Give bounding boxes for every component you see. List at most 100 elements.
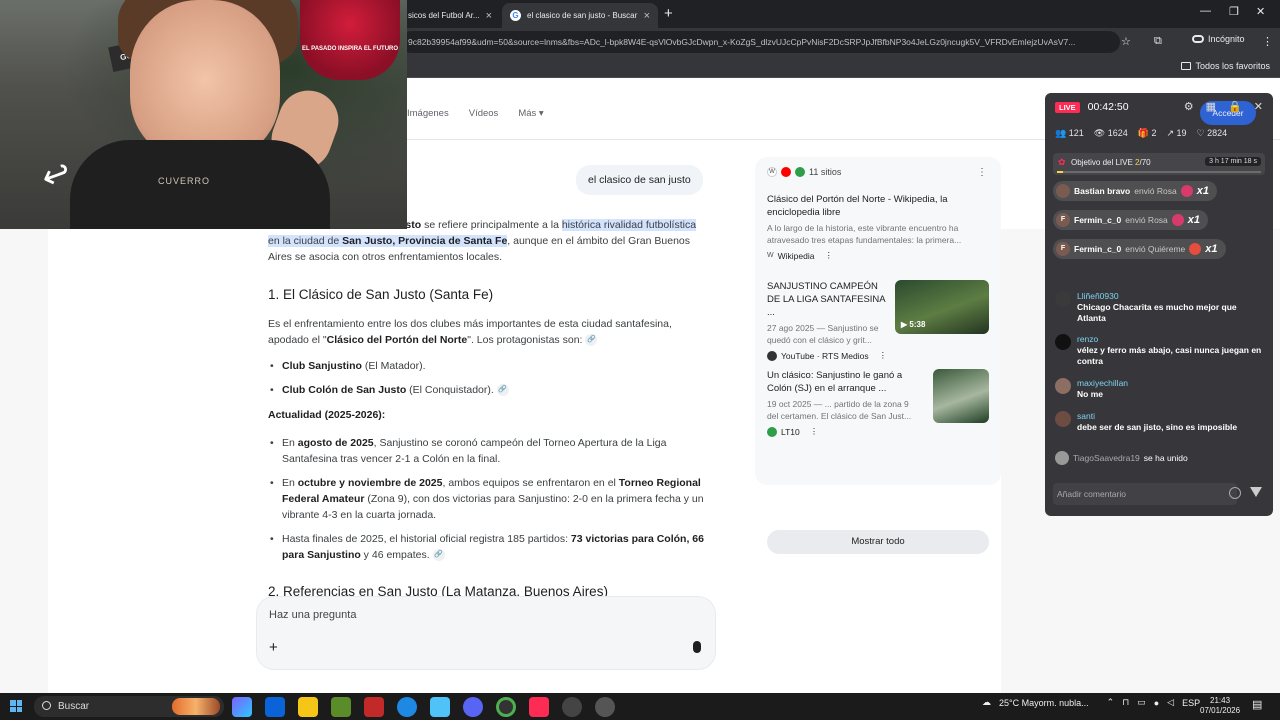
copilot-icon[interactable] xyxy=(232,697,252,717)
tab-videos[interactable]: Vídeos xyxy=(469,108,499,119)
close-tab-icon[interactable]: × xyxy=(486,10,492,22)
send-icon[interactable] xyxy=(1250,487,1262,497)
close-icon[interactable]: ✕ xyxy=(1254,100,1263,113)
minecraft-icon[interactable] xyxy=(331,697,351,717)
mail-icon[interactable] xyxy=(265,697,285,717)
edge-icon[interactable] xyxy=(397,697,417,717)
minimize-icon[interactable]: — xyxy=(1200,5,1211,17)
views-stat: 👁 1624 xyxy=(1093,128,1128,138)
live-goal[interactable]: ✿ Objetivo del LIVE 2/70 3 h 17 min 18 s xyxy=(1053,153,1265,175)
tab-images[interactable]: Imágenes xyxy=(407,108,449,119)
list-item: • Club Colón de San Justo (El Conquistado… xyxy=(270,384,509,397)
chat-message: maxiyechillan No me xyxy=(1055,378,1263,400)
source-title[interactable]: SANJUSTINO CAMPEÓN DE LA LIGA SANTAFESIN… xyxy=(767,280,889,319)
weather-icon[interactable]: ☁ xyxy=(982,697,991,708)
emoji-icon[interactable] xyxy=(1229,487,1241,499)
weather-text[interactable]: 25°C Mayorm. nubla... xyxy=(999,698,1089,708)
more-icon: ⋮ xyxy=(824,250,833,260)
restore-icon[interactable]: ❐ xyxy=(1229,5,1239,18)
section-heading-2: 2. Referencias en San Justo (La Matanza,… xyxy=(268,584,608,596)
youtube-icon xyxy=(781,167,791,177)
chevron-up-icon[interactable]: ⌃ xyxy=(1107,697,1115,708)
windows-start-icon[interactable] xyxy=(10,700,22,712)
app-icon[interactable] xyxy=(595,697,615,717)
source-title[interactable]: Clásico del Portón del Norte - Wikipedia… xyxy=(767,193,989,219)
goal-label: Objetivo del LIVE 2/70 xyxy=(1071,158,1151,167)
bookmark-star-icon[interactable]: ☆ xyxy=(1121,35,1131,48)
show-all-button[interactable]: Mostrar todo xyxy=(767,530,989,554)
source-card[interactable]: SANJUSTINO CAMPEÓN DE LA LIGA SANTAFESIN… xyxy=(767,280,989,361)
video-thumbnail[interactable]: ▶ 5:38 xyxy=(895,280,989,334)
link-chip-icon[interactable]: 🔗 xyxy=(585,334,598,347)
source-card[interactable]: Clásico del Portón del Norte - Wikipedia… xyxy=(767,193,989,261)
comment-input[interactable]: Añadir comentario xyxy=(1053,483,1237,505)
incognito-indicator[interactable]: Incógnito xyxy=(1192,34,1245,44)
tiktok-icon[interactable] xyxy=(529,697,549,717)
avatar xyxy=(1055,334,1071,350)
gift-notification: F Fermin_c_0 envió Quiéreme x1 xyxy=(1053,239,1226,259)
tab-more[interactable]: Más ▾ xyxy=(518,108,543,119)
source-card[interactable]: Un clásico: Sanjustino le ganó a Colón (… xyxy=(767,369,989,437)
add-icon[interactable]: + xyxy=(269,639,278,656)
article-thumbnail[interactable] xyxy=(933,369,989,423)
chat-user[interactable]: santi xyxy=(1077,411,1263,422)
sources-header[interactable]: W 11 sitios xyxy=(767,167,841,177)
link-chip-icon[interactable]: 🔗 xyxy=(432,549,445,562)
source-title[interactable]: Un clásico: Sanjustino le ganó a Colón (… xyxy=(767,369,917,395)
favorites-label: Todos los favoritos xyxy=(1195,61,1270,71)
chat-user[interactable]: maxiyechillan xyxy=(1077,378,1263,389)
left-margin xyxy=(0,229,48,693)
ask-box[interactable]: Haz una pregunta + xyxy=(256,596,716,670)
sources-panel: W 11 sitios ⋮ Clásico del Portón del Nor… xyxy=(755,157,1001,554)
language-indicator[interactable]: ESP xyxy=(1182,698,1200,708)
address-bar[interactable]: 9c82b39954af99&udm=50&source=lnms&fbs=AD… xyxy=(400,31,1120,53)
battery-icon[interactable]: ▭ xyxy=(1137,697,1146,708)
obs-icon[interactable] xyxy=(562,697,582,717)
file-explorer-icon[interactable] xyxy=(298,697,318,717)
wikipedia-icon: W xyxy=(767,167,777,177)
grid-icon[interactable]: ▦ xyxy=(1206,100,1216,113)
ask-input[interactable]: Haz una pregunta xyxy=(269,609,356,621)
close-tab-icon[interactable]: × xyxy=(644,10,650,22)
lt10-icon xyxy=(767,426,777,437)
taskbar: Buscar ☁ 25°C Mayorm. nubla... ⌃ ⊓ ▭ ● ◁… xyxy=(0,693,1280,720)
quiereme-gift-icon xyxy=(1189,243,1202,255)
tab-label: sicos del Futbol Ar... xyxy=(408,11,480,20)
tab-futbol[interactable]: sicos del Futbol Ar... × xyxy=(400,3,500,28)
settings-icon[interactable]: ⚙ xyxy=(1184,100,1194,113)
menu-icon[interactable]: ⋮ xyxy=(1262,35,1273,48)
all-favorites[interactable]: Todos los favoritos xyxy=(1181,61,1270,71)
live-panel: LIVE 00:42:50 Acceder ⚙ ▦ 🔒 ✕ 👥 121 👁 16… xyxy=(1045,93,1273,516)
chrome-icon[interactable] xyxy=(496,697,516,717)
network-icon[interactable]: ⊓ xyxy=(1122,697,1129,708)
chat-user[interactable]: renzo xyxy=(1077,334,1263,345)
taskbar-search[interactable]: Buscar xyxy=(34,696,224,717)
lock-icon[interactable]: 🔒 xyxy=(1228,100,1242,113)
close-window-icon[interactable]: ✕ xyxy=(1256,5,1265,18)
news-list: • En agosto de 2025, Sanjustino se coronó… xyxy=(268,435,708,563)
notifications-icon[interactable]: ▤ xyxy=(1252,698,1262,711)
clock-date: 07/01/2026 xyxy=(1200,706,1241,715)
microphone-tray-icon[interactable]: ● xyxy=(1154,698,1159,708)
microphone-icon[interactable] xyxy=(693,641,701,653)
extensions-icon[interactable]: ⧉ xyxy=(1154,35,1162,48)
game-icon[interactable] xyxy=(364,697,384,717)
volume-icon[interactable]: ◁ xyxy=(1167,697,1174,708)
notes-icon[interactable] xyxy=(430,697,450,717)
shares-stat: ↗ 19 xyxy=(1166,128,1187,138)
join-notice: TiagoSaavedra19 se ha unido xyxy=(1055,451,1188,465)
wikipedia-icon: W xyxy=(767,252,774,259)
more-icon: ⋮ xyxy=(809,426,819,436)
viewers-stat: 👥 121 xyxy=(1055,128,1084,138)
discord-icon[interactable] xyxy=(463,697,483,717)
new-tab-icon[interactable]: + xyxy=(664,5,673,22)
chat-message: renzo vélez y ferro más abajo, casi nunc… xyxy=(1055,334,1263,367)
more-icon[interactable]: ⋮ xyxy=(977,167,987,178)
chat-user[interactable]: Lliñeñ0930 xyxy=(1077,291,1263,302)
link-chip-icon[interactable]: 🔗 xyxy=(496,384,509,397)
tab-search[interactable]: G el clasico de san justo - Buscar × xyxy=(502,3,658,28)
clock[interactable]: 21:43 07/01/2026 xyxy=(1200,696,1240,716)
source-site: W Wikipedia ⋮ xyxy=(767,250,833,261)
live-timer: 00:42:50 xyxy=(1087,101,1129,113)
avatar xyxy=(1055,378,1071,394)
